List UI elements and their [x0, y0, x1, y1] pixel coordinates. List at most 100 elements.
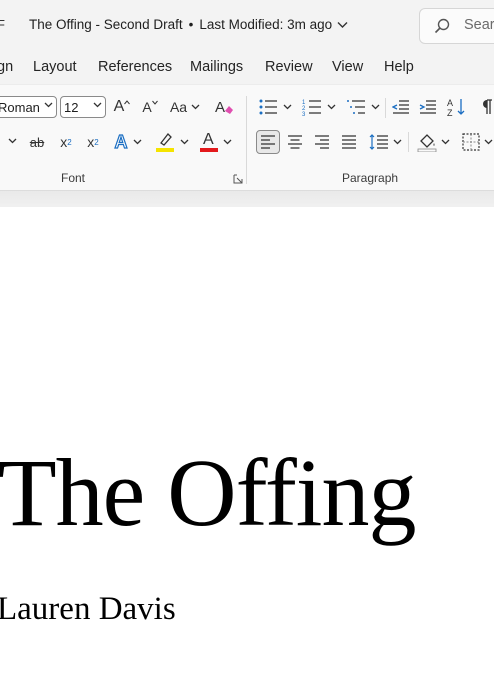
document-title-text[interactable]: The Offing [0, 445, 416, 541]
strikethrough-glyph: ab [29, 134, 45, 150]
font-group-label: Font [61, 171, 86, 185]
chevron-down-icon [283, 104, 292, 110]
tab-view[interactable]: View [332, 59, 363, 75]
multilevel-list-icon [347, 100, 365, 114]
chevron-down-icon [8, 138, 17, 144]
chevron-down-icon [484, 139, 492, 145]
paragraph-divider [408, 132, 409, 152]
change-case-button[interactable]: Aa [168, 96, 202, 118]
text-effects-button[interactable]: A [111, 130, 145, 154]
justify-icon [342, 135, 356, 149]
dialog-launcher-icon[interactable] [233, 174, 243, 184]
borders-button[interactable] [458, 130, 494, 154]
increase-indent-icon [419, 100, 436, 114]
subscript-button[interactable]: x2 [56, 131, 76, 153]
align-left-button[interactable] [256, 130, 280, 154]
document-title-button[interactable]: The Offing - Second Draft • Last Modifie… [29, 17, 348, 32]
title-bar-fragment: F [0, 17, 5, 32]
align-right-button[interactable] [311, 131, 333, 153]
shrink-font-glyph: A [142, 99, 152, 115]
font-color-glyph: A [203, 131, 214, 148]
svg-text:A: A [215, 99, 225, 116]
chevron-down-icon [223, 139, 232, 145]
font-size-value: 12 [64, 100, 79, 115]
superscript-digit: 2 [94, 137, 99, 147]
chevron-down-icon [180, 139, 189, 145]
last-modified-label: Last Modified: 3m ago [199, 17, 333, 32]
svg-text:Z: Z [447, 108, 453, 117]
highlighter-icon [156, 133, 174, 152]
superscript-glyph: x [87, 134, 95, 150]
chevron-down-icon [44, 102, 53, 108]
shrink-font-button[interactable]: A [139, 96, 161, 118]
clear-formatting-button[interactable]: A [213, 96, 235, 118]
chevron-down-icon [371, 104, 380, 110]
increase-indent-button[interactable] [417, 96, 439, 118]
change-case-glyph: Aa [169, 99, 188, 115]
font-name-select[interactable]: Roman [0, 96, 57, 118]
line-spacing-button[interactable] [366, 130, 404, 154]
chevron-down-icon [393, 139, 401, 145]
ribbon-tabs: gn Layout References Mailings Review Vie… [0, 52, 494, 84]
superscript-button[interactable]: x2 [83, 131, 103, 153]
document-author-text[interactable]: Lauren Davis [0, 593, 176, 626]
bullets-button[interactable] [255, 96, 295, 118]
sort-icon: AZ [447, 98, 465, 117]
highlight-color-button[interactable] [154, 130, 190, 154]
paragraph-group-label: Paragraph [342, 171, 399, 185]
strikethrough-button[interactable]: ab [25, 131, 49, 153]
font-color-swatch [200, 148, 218, 152]
align-center-icon [288, 135, 302, 149]
chevron-down-icon [133, 139, 141, 145]
tab-review[interactable]: Review [265, 59, 313, 75]
paint-bucket-icon [417, 134, 436, 152]
subscript-glyph: x [60, 134, 68, 150]
caret-up-icon [124, 99, 131, 104]
document-name: The Offing - Second Draft [29, 17, 183, 32]
title-separator: • [188, 17, 194, 32]
search-icon [434, 18, 450, 34]
tab-help[interactable]: Help [384, 59, 414, 75]
chevron-down-icon [441, 139, 449, 145]
font-color-button[interactable]: A [198, 130, 234, 154]
align-left-icon [261, 135, 275, 149]
bullet-list-icon [259, 99, 277, 115]
tab-mailings[interactable]: Mailings [190, 59, 243, 75]
pilcrow-icon [483, 99, 492, 114]
search-placeholder: Search [464, 17, 494, 33]
subscript-digit: 2 [67, 137, 72, 147]
group-divider [246, 96, 247, 184]
multilevel-list-button[interactable] [343, 96, 383, 118]
show-formatting-button[interactable] [478, 96, 494, 118]
chevron-down-icon [93, 102, 102, 108]
svg-text:A: A [447, 98, 453, 108]
numbering-button[interactable]: 123 [299, 96, 339, 118]
numbered-list-icon: 123 [302, 100, 321, 116]
text-effects-glyph: A [114, 131, 128, 152]
align-center-button[interactable] [284, 131, 306, 153]
font-name-value: Roman [0, 100, 40, 115]
tab-layout[interactable]: Layout [33, 59, 77, 75]
chevron-down-icon [191, 104, 200, 110]
search-box[interactable]: Search [419, 8, 494, 44]
sort-button[interactable]: AZ [446, 96, 468, 118]
tab-references[interactable]: References [98, 59, 172, 75]
tab-design[interactable]: gn [0, 59, 13, 75]
chevron-down-icon [327, 104, 336, 110]
font-size-select[interactable]: 12 [60, 96, 106, 118]
decrease-indent-button[interactable] [390, 96, 412, 118]
justify-button[interactable] [338, 131, 360, 153]
font-color-icon: A [200, 131, 218, 153]
paragraph-divider [385, 98, 386, 118]
chevron-down-icon [337, 21, 348, 28]
clear-formatting-icon: A [215, 99, 233, 116]
svg-text:3: 3 [302, 112, 306, 116]
grow-font-button[interactable]: A [111, 96, 133, 118]
title-bar: F The Offing - Second Draft • Last Modif… [0, 0, 494, 52]
shading-button[interactable] [414, 130, 452, 154]
decrease-indent-icon [392, 100, 409, 114]
align-right-icon [315, 135, 329, 149]
borders-icon [461, 133, 480, 151]
caret-down-icon [151, 100, 158, 105]
ribbon-bottom-edge [0, 190, 494, 208]
